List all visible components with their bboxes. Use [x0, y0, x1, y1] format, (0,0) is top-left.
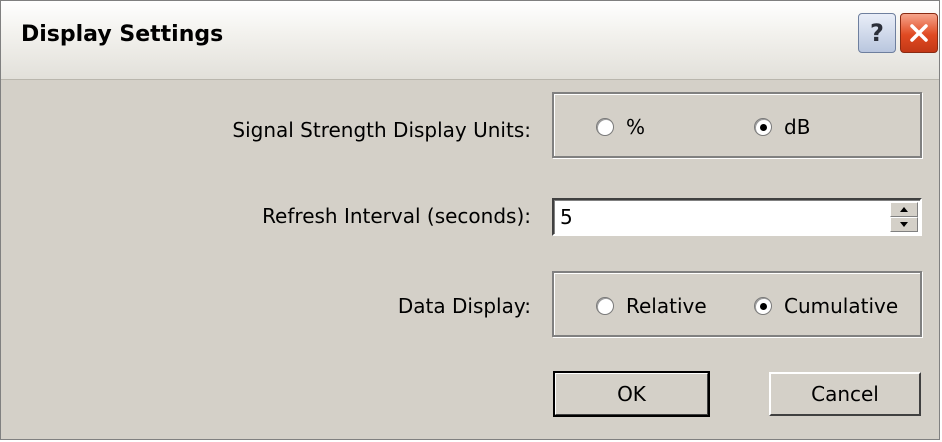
spin-down-button[interactable]: [890, 217, 918, 232]
radio-db[interactable]: dB: [754, 115, 810, 139]
radio-cumulative-circle: [754, 297, 772, 315]
radio-percent-circle: [596, 118, 614, 136]
close-x-icon: [910, 24, 928, 42]
signal-units-group: % dB: [552, 92, 922, 158]
title-bar[interactable]: Display Settings ?: [1, 1, 939, 80]
help-question-icon: ?: [870, 19, 884, 47]
arrow-down-icon: [900, 222, 908, 227]
dialog-title: Display Settings: [21, 22, 224, 47]
close-button[interactable]: [900, 13, 938, 53]
radio-percent[interactable]: %: [596, 115, 645, 139]
refresh-interval-spinbox[interactable]: 5: [552, 198, 922, 236]
radio-relative-circle: [596, 297, 614, 315]
radio-cumulative[interactable]: Cumulative: [754, 294, 898, 318]
radio-percent-label: %: [626, 115, 646, 139]
refresh-interval-value[interactable]: 5: [560, 205, 573, 229]
radio-cumulative-label: Cumulative: [784, 294, 899, 318]
display-settings-dialog: Display Settings ? Signal Strength Displ…: [0, 0, 940, 440]
spin-arrows: [890, 202, 918, 232]
refresh-interval-label: Refresh Interval (seconds):: [262, 204, 531, 228]
data-display-group: Relative Cumulative: [552, 271, 922, 337]
help-button[interactable]: ?: [858, 13, 896, 53]
radio-relative-label: Relative: [626, 294, 707, 318]
spin-up-button[interactable]: [890, 202, 918, 217]
ok-button[interactable]: OK: [553, 371, 710, 417]
radio-db-label: dB: [784, 115, 811, 139]
radio-db-circle: [754, 118, 772, 136]
arrow-up-icon: [900, 207, 908, 212]
signal-units-label: Signal Strength Display Units:: [232, 118, 531, 142]
radio-relative[interactable]: Relative: [596, 294, 707, 318]
cancel-button[interactable]: Cancel: [769, 372, 921, 416]
data-display-label: Data Display:: [397, 294, 531, 318]
